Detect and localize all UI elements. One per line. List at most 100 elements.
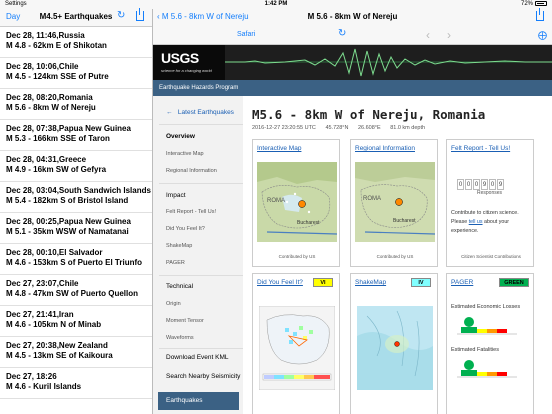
regional-map-thumbnail[interactable]: ROMA Bucharest <box>355 162 435 242</box>
chevron-left-icon[interactable]: ‹ <box>426 28 430 42</box>
latest-earthquakes-label: Latest Earthquakes <box>177 109 234 116</box>
felt-cta-line1: Contribute to citizen science. <box>451 210 519 216</box>
sidebar-item-interactive-map[interactable]: Interactive Map <box>166 151 204 157</box>
counter-digit: 0 <box>457 179 464 190</box>
chevron-right-icon[interactable]: › <box>447 28 451 42</box>
safari-button[interactable]: Safari <box>237 31 255 38</box>
regional-info-card[interactable]: Regional Information ROMA Bucharest Cont… <box>350 139 438 267</box>
list-item[interactable]: Dec 28, 00:25,Papua New Guinea M 5.1 - 35… <box>0 213 152 244</box>
list-item[interactable]: Dec 28, 08:20,Romania M 5.6 - 8km W of Ne… <box>0 89 152 120</box>
arrow-left-icon: ← <box>166 109 173 116</box>
refresh-icon[interactable]: ↻ <box>117 11 125 21</box>
quake-when: Dec 27, 18:26 <box>6 372 57 381</box>
sidebar-item-dyfi[interactable]: Did You Feel It? <box>166 226 205 232</box>
counter-digit: 9 <box>481 179 488 190</box>
latest-earthquakes-link[interactable]: ← Latest Earthquakes <box>166 109 234 116</box>
event-lat: 45.728°N <box>325 125 349 131</box>
quake-when: Dec 28, 08:20,Romania <box>6 93 93 102</box>
sidebar-item-technical[interactable]: Technical <box>166 283 193 290</box>
reload-icon[interactable]: ↻ <box>338 29 346 39</box>
sidebar-item-origin[interactable]: Origin <box>166 301 181 307</box>
quake-desc: M 4.8 - 62km E of Shikotan <box>6 41 107 50</box>
share-icon[interactable] <box>536 8 544 21</box>
shakemap-card[interactable]: ShakeMap IV <box>350 273 438 414</box>
map-label-city: Bucharest <box>297 220 320 226</box>
dyfi-link[interactable]: Did You Feel It? <box>257 279 303 286</box>
divider <box>159 183 243 184</box>
regional-info-link[interactable]: Regional Information <box>355 145 415 152</box>
list-item[interactable]: Dec 28, 07:38,Papua New Guinea M 5.3 - 16… <box>0 120 152 151</box>
interactive-map-link[interactable]: Interactive Map <box>257 145 301 152</box>
quake-when: Dec 28, 10:06,Chile <box>6 62 79 71</box>
list-item[interactable]: Dec 27, 20:38,New Zealand M 4.5 - 13km SE… <box>0 337 152 368</box>
earthquakes-button[interactable]: Earthquakes <box>158 392 239 410</box>
sidebar-item-impact[interactable]: Impact <box>166 192 186 199</box>
share-icon[interactable] <box>136 8 144 21</box>
pager-alert-badge: GREEN <box>499 278 529 287</box>
interactive-map-contrib: Contributed by US <box>278 254 316 259</box>
quake-when: Dec 27, 21:41,Iran <box>6 310 74 319</box>
sidebar-item-felt-report[interactable]: Felt Report - Tell Us! <box>166 209 216 215</box>
event-sidebar: ← Latest Earthquakes Overview Interactiv… <box>153 96 243 414</box>
pager-link[interactable]: PAGER <box>451 279 473 286</box>
tell-us-link[interactable]: tell us <box>469 219 483 225</box>
quake-desc: M 5.4 - 182km S of Bristol Island <box>6 196 129 205</box>
sidebar-item-waveforms[interactable]: Waveforms <box>166 335 194 341</box>
event-lon: 26.608°E <box>357 125 381 131</box>
quake-desc: M 4.6 - 153km S of Puerto El Triunfo <box>6 258 143 267</box>
quake-when: Dec 28, 04:31,Greece <box>6 155 87 164</box>
felt-cta-text: Please <box>451 219 468 225</box>
battery-percent: 72% <box>520 1 533 7</box>
dyfi-map-thumbnail[interactable] <box>259 306 335 390</box>
compass-icon[interactable]: ⨁ <box>538 30 547 41</box>
counter-digit: 9 <box>497 179 504 190</box>
quake-when: Dec 27, 20:38,New Zealand <box>6 341 108 350</box>
sidebar-item-overview[interactable]: Overview <box>166 133 195 140</box>
quake-when: Dec 28, 00:25,Papua New Guinea <box>6 217 131 226</box>
sidebar-item-shakemap[interactable]: ShakeMap <box>166 243 192 249</box>
quake-desc: M 4.5 - 124km SSE of Putre <box>6 72 109 81</box>
list-item[interactable]: Dec 28, 00:10,El Salvador M 4.6 - 153km S… <box>0 244 152 275</box>
status-bar: Settings 1:42 PM 72% <box>0 0 552 9</box>
usgs-logo-text: USGS <box>161 50 199 66</box>
divider <box>159 124 243 125</box>
list-item[interactable]: Dec 28, 03:04,South Sandwich Islands M 5.… <box>0 182 152 213</box>
seismogram-graphic <box>225 48 552 77</box>
shakemap-thumbnail[interactable] <box>357 306 433 390</box>
sidebar-item-pager[interactable]: PAGER <box>166 260 185 266</box>
program-bar[interactable]: Earthquake Hazards Program <box>153 80 552 96</box>
usgs-logo[interactable]: USGS science for a changing world <box>153 45 225 80</box>
responses-label: Responses <box>477 190 503 196</box>
pager-card[interactable]: PAGER GREEN Estimated Economic Losses Es… <box>446 273 534 414</box>
list-item[interactable]: Dec 28, 10:06,Chile M 4.5 - 124km SSE of … <box>0 58 152 89</box>
battery-icon <box>535 0 547 6</box>
quake-desc: M 5.3 - 166km SSE of Taron <box>6 134 110 143</box>
list-item[interactable]: Dec 27, 21:41,Iran M 4.6 - 105km N of Min… <box>0 306 152 337</box>
quake-desc: M 5.1 - 35km WSW of Namatanai <box>6 227 129 236</box>
sidebar-item-regional-info[interactable]: Regional Information <box>166 168 217 174</box>
quake-desc: M 4.6 - 105km N of Minab <box>6 320 102 329</box>
list-item[interactable]: Dec 28, 04:31,Greece M 4.9 - 16km SW of G… <box>0 151 152 182</box>
quake-when: Dec 27, 23:07,Chile <box>6 279 79 288</box>
search-nearby-link[interactable]: Search Nearby Seismicity <box>166 373 240 380</box>
felt-report-link[interactable]: Felt Report - Tell Us! <box>451 145 510 152</box>
quake-list: Dec 28, 11:46,Russia M 4.8 - 62km E of Sh… <box>0 27 152 399</box>
shakemap-link[interactable]: ShakeMap <box>355 279 386 286</box>
counter-digit: 0 <box>473 179 480 190</box>
felt-report-contrib: Citizen Scientist Contributions <box>461 254 521 259</box>
dyfi-card[interactable]: Did You Feel It? VI <box>252 273 340 414</box>
list-item[interactable]: Dec 27, 18:26 M 4.6 - Kuril Islands <box>0 368 152 399</box>
list-item[interactable]: Dec 28, 11:46,Russia M 4.8 - 62km E of Sh… <box>0 27 152 58</box>
pager-fatalities-chart <box>457 360 517 378</box>
interactive-map-thumbnail[interactable]: ROMA Bucharest <box>257 162 337 242</box>
map-label-country: ROMA <box>267 198 285 204</box>
sidebar-item-moment-tensor[interactable]: Moment Tensor <box>166 318 204 324</box>
list-item[interactable]: Dec 27, 23:07,Chile M 4.8 - 47km SW of Pu… <box>0 275 152 306</box>
status-battery: 72% <box>521 0 547 9</box>
felt-report-card[interactable]: Felt Report - Tell Us! 000909 Responses … <box>446 139 534 267</box>
event-meta: 2016-12-27 23:20:55 UTC 45.728°N 26.608°… <box>252 125 433 131</box>
download-kml-link[interactable]: Download Event KML <box>166 354 229 361</box>
map-label-city: Bucharest <box>393 218 416 224</box>
interactive-map-card[interactable]: Interactive Map ROMA Bucharest Contribut… <box>252 139 340 267</box>
quake-desc: M 4.9 - 16km SW of Gefyra <box>6 165 107 174</box>
